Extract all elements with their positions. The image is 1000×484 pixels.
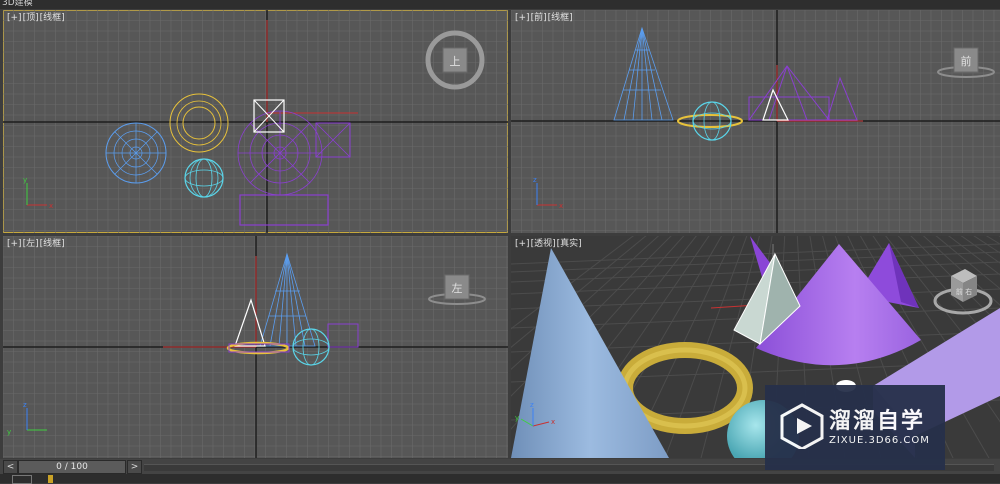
viewport-menu-button[interactable]: [+]: [7, 239, 22, 249]
axis-y-label: y: [515, 414, 519, 422]
time-slider[interactable]: 0 / 100: [18, 460, 126, 474]
viewport-shading-mode[interactable]: [线框]: [40, 239, 65, 249]
title-bar: 3D建模: [0, 0, 1000, 9]
axis-tripod: y z: [7, 401, 47, 436]
viewport-top-canvas: 上 x y: [3, 10, 508, 233]
watermark: 溜溜自学 ZIXUE.3D66.COM: [765, 385, 945, 470]
viewport-menu-button[interactable]: [+]: [7, 13, 22, 23]
viewport-left-label: [+][左][线框]: [7, 238, 66, 250]
viewcube-face-label: 前: [961, 54, 972, 68]
axis-z-label: z: [23, 401, 27, 409]
next-frame-button[interactable]: >: [127, 460, 142, 474]
viewport-menu-button[interactable]: [+]: [515, 239, 530, 249]
viewport-top-label: [+][顶][线框]: [7, 12, 66, 24]
watermark-title: 溜溜自学: [829, 409, 926, 434]
viewport-front-canvas: 前 x z: [511, 10, 1000, 233]
viewcube-face-label: 前 右: [956, 287, 972, 296]
axis-y-label: y: [23, 176, 27, 184]
viewport-left[interactable]: [+][左][线框] 左 y z: [3, 236, 508, 458]
purple-cone-wireframe[interactable]: [237, 110, 323, 196]
viewport-perspective-label: [+][透视][真实]: [515, 238, 583, 250]
viewport-front-label: [+][前][线框]: [515, 12, 574, 24]
axis-y-label: y: [7, 428, 11, 436]
axis-x-label: x: [559, 202, 563, 210]
watermark-subtitle: ZIXUE.3D66.COM: [829, 435, 930, 446]
axis-z-label: z: [533, 176, 537, 184]
viewcube-perspective[interactable]: 前 右: [933, 269, 993, 315]
viewcube-left[interactable]: 左: [428, 274, 486, 305]
viewport-view-name[interactable]: [顶]: [23, 13, 39, 23]
axis-tripod: x z: [533, 176, 563, 210]
keyframe-marker: [48, 475, 53, 483]
viewport-front[interactable]: [+][前][线框] 前 x z: [511, 10, 1000, 233]
viewport-top[interactable]: [+][顶][线框] 上 x y: [3, 10, 508, 233]
selected-pyramid-wireframe[interactable]: [234, 298, 266, 347]
purple-cone-wireframe[interactable]: [748, 65, 831, 121]
box-wireframe[interactable]: [239, 194, 329, 226]
viewcube-top[interactable]: 上: [425, 30, 485, 90]
viewcube-face-label: 左: [452, 282, 463, 295]
viewport-left-canvas: 左 y z: [3, 236, 508, 458]
viewport-view-name[interactable]: [透视]: [531, 239, 556, 249]
viewport-view-name[interactable]: [左]: [23, 239, 39, 249]
pyramid-wireframe[interactable]: [826, 76, 858, 121]
grid-line: [511, 261, 1000, 283]
viewport-shading-mode[interactable]: [真实]: [557, 239, 582, 249]
purple-box-wireframe[interactable]: [327, 323, 359, 348]
viewport-shading-mode[interactable]: [线框]: [548, 13, 573, 23]
viewcube-face-label: 上: [450, 55, 461, 68]
torus-wireframe[interactable]: [169, 93, 229, 153]
axis-z-label: z: [530, 401, 534, 409]
axis-x-label: x: [551, 418, 555, 426]
axis-x-label: x: [49, 202, 53, 210]
app-title: 3D建模: [2, 0, 33, 8]
viewport-shading-mode[interactable]: [线框]: [40, 13, 65, 23]
status-bar: [0, 474, 1000, 484]
cone-base-rings: [106, 123, 166, 183]
play-logo-icon: [780, 403, 824, 449]
viewport-view-name[interactable]: [前]: [531, 13, 547, 23]
prev-frame-button[interactable]: <: [3, 460, 18, 474]
grid-line: [511, 251, 1000, 273]
axis-tripod: x y: [23, 176, 53, 210]
viewport-menu-button[interactable]: [+]: [515, 13, 530, 23]
